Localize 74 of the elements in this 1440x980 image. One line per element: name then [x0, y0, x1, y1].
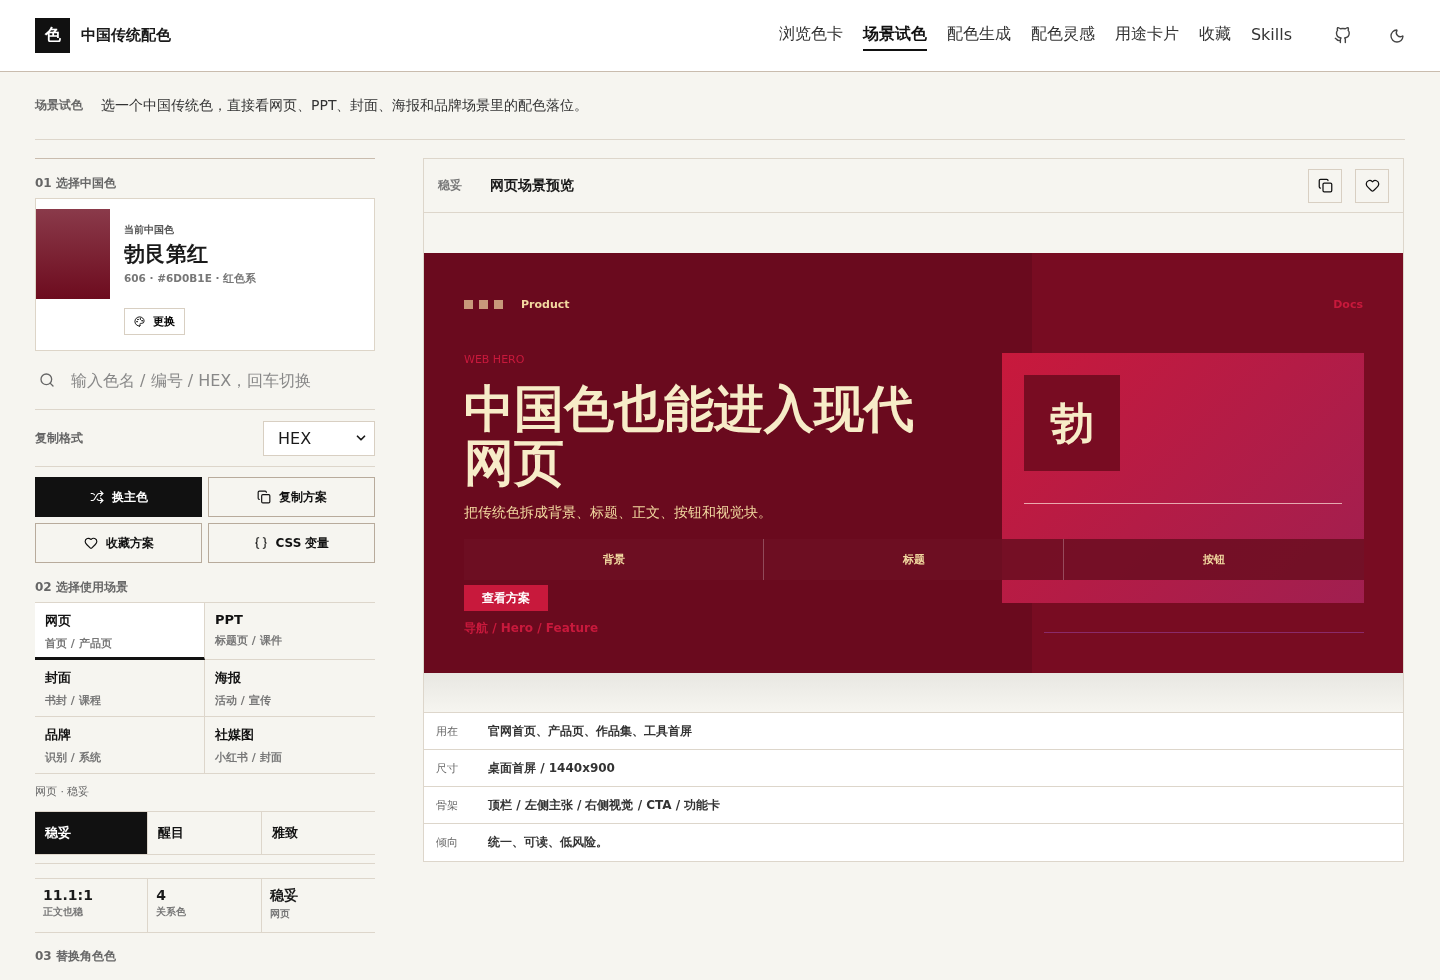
- github-icon[interactable]: [1334, 27, 1351, 44]
- breadcrumb: 导航 / Hero / Feature: [464, 620, 599, 637]
- nav-link[interactable]: 场景试色: [862, 20, 927, 51]
- palette-icon: [134, 316, 145, 327]
- nav-link[interactable]: Skills: [1250, 21, 1292, 50]
- info-label: 骨架: [436, 797, 459, 813]
- dots-icon: [464, 300, 503, 309]
- format-select[interactable]: HEX: [263, 420, 375, 456]
- tone-tab[interactable]: 醒目: [148, 812, 262, 854]
- tone-tag: 稳妥: [438, 177, 462, 194]
- nav-link[interactable]: 收藏: [1198, 20, 1231, 51]
- copy-icon: [1317, 178, 1333, 193]
- search-icon: [39, 372, 55, 388]
- scene-option[interactable]: PPT 标题页 / 课件: [205, 603, 375, 660]
- nav-link[interactable]: 配色灵感: [1030, 20, 1095, 51]
- scene-option[interactable]: 封面 书封 / 课程: [35, 660, 205, 717]
- stat-value: 4: [156, 887, 168, 903]
- tone-tab[interactable]: 稳妥: [35, 812, 149, 854]
- step-label: 03 替换角色色: [35, 949, 117, 963]
- search-field[interactable]: 输入色名 / 编号 / HEX，回车切换: [69, 369, 375, 391]
- caption: 当前中国色: [124, 223, 174, 237]
- braces-icon: [253, 536, 268, 550]
- favorite-button[interactable]: [1355, 168, 1389, 203]
- stat-label: 网页: [269, 907, 291, 921]
- color-name: 勃艮第红: [124, 241, 208, 268]
- format-label: 复制格式: [35, 429, 83, 447]
- info-label: 用在: [436, 723, 459, 739]
- nav-link[interactable]: 用途卡片: [1114, 20, 1179, 51]
- step-label: 01 选择中国色: [35, 176, 117, 190]
- hero-headline: 中国色也能进入现代网页: [464, 382, 915, 490]
- copy-icon: [256, 490, 271, 504]
- action-button[interactable]: 换主色: [35, 477, 202, 517]
- stat-value: 11.1:1: [43, 887, 94, 903]
- role-tab[interactable]: 按钮: [1064, 539, 1364, 580]
- nav-link[interactable]: Product: [521, 298, 570, 311]
- info-value: 桌面首屏 / 1440x900: [488, 759, 615, 777]
- copy-button[interactable]: [1308, 168, 1342, 203]
- scene-option[interactable]: 网页 首页 / 产品页: [35, 603, 205, 660]
- heart-icon: [83, 536, 98, 550]
- nav-link[interactable]: 浏览色卡: [778, 20, 843, 51]
- scene-caption: 网页 · 稳妥: [35, 785, 91, 798]
- site-title: 中国传统配色: [81, 26, 171, 45]
- change-button[interactable]: 更换: [124, 308, 185, 335]
- info-value: 官网首页、产品页、作品集、工具首屏: [488, 722, 692, 740]
- intro-text: 选一个中国传统色，直接看网页、PPT、封面、海报和品牌场景里的配色落位。: [101, 96, 589, 115]
- role-tab[interactable]: 背景: [464, 539, 764, 580]
- tone-tab[interactable]: 雅致: [261, 812, 375, 854]
- action-button[interactable]: 复制方案: [208, 477, 375, 517]
- moon-icon[interactable]: [1389, 27, 1405, 44]
- shuffle-icon: [89, 490, 104, 504]
- intro-label: 场景试色: [35, 97, 83, 114]
- eyebrow: WEB HERO: [464, 353, 525, 366]
- scene-option[interactable]: 品牌 识别 / 系统: [35, 717, 205, 774]
- logo[interactable]: 色: [35, 18, 70, 53]
- step-label: 02 选择使用场景: [35, 580, 129, 594]
- action-button[interactable]: 收藏方案: [35, 523, 202, 563]
- info-label: 尺寸: [436, 760, 459, 776]
- info-label: 倾向: [436, 835, 459, 850]
- heart-icon: [1364, 178, 1380, 193]
- scene-option[interactable]: 社媒图 小红书 / 封面: [205, 717, 375, 774]
- mark-tile: 勃: [1024, 375, 1120, 471]
- stat-label: 关系色: [156, 905, 188, 919]
- color-meta: 606 · #6D0B1E · 红色系: [124, 272, 257, 286]
- scene-option[interactable]: 海报 活动 / 宣传: [205, 660, 375, 717]
- hero-subtitle: 把传统色拆成背景、标题、正文、按钮和视觉块。: [464, 504, 772, 522]
- info-value: 顶栏 / 左侧主张 / 右侧视觉 / CTA / 功能卡: [488, 796, 721, 814]
- preview-title: 网页场景预览: [490, 176, 574, 195]
- stat-label: 正文也稳: [43, 905, 84, 919]
- cta-button[interactable]: 查看方案: [464, 585, 548, 611]
- stat-value: 稳妥: [269, 887, 299, 905]
- nav-link[interactable]: 配色生成: [946, 20, 1011, 51]
- info-value: 统一、可读、低风险。: [488, 834, 608, 851]
- role-tab[interactable]: 标题: [764, 539, 1064, 580]
- action-button[interactable]: CSS 变量: [208, 523, 375, 563]
